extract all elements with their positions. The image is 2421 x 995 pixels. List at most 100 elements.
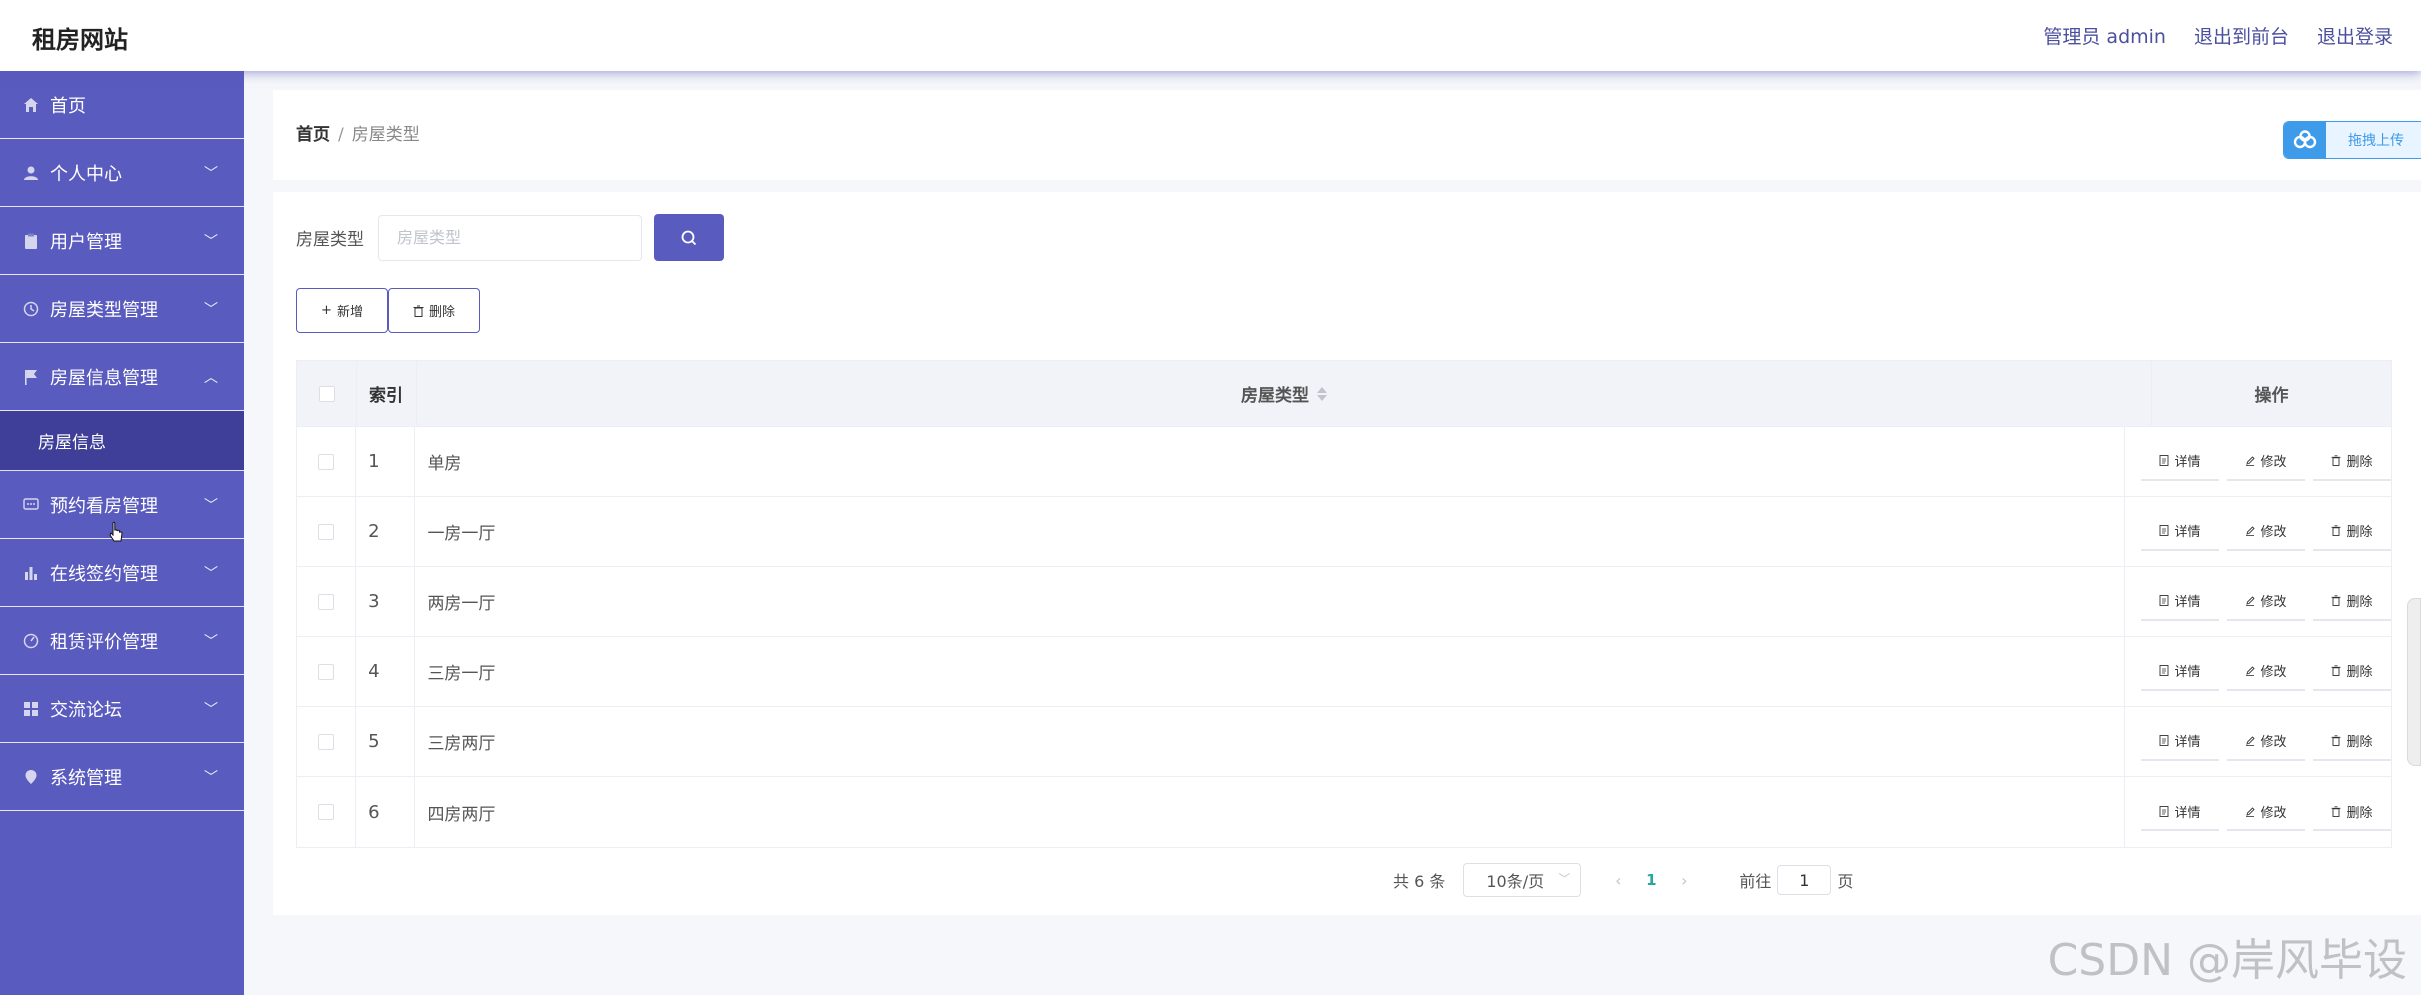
sidebar-item-forum[interactable]: 交流论坛 ﹀ [0, 675, 244, 743]
sidebar-item-user-management[interactable]: 用户管理 ﹀ [0, 207, 244, 275]
sidebar-item-online-contract[interactable]: 在线签约管理 ﹀ [0, 539, 244, 607]
goto-page-input[interactable] [1777, 865, 1832, 895]
sort-icon[interactable] [1317, 386, 1327, 401]
search-bar: 房屋类型 [296, 214, 724, 261]
page-number-active[interactable]: 1 [1641, 871, 1661, 889]
grid-icon [22, 700, 40, 718]
select-all-checkbox[interactable] [318, 385, 335, 402]
header-house-type[interactable]: 房屋类型 [417, 361, 2152, 426]
row-checkbox-cell [297, 637, 357, 706]
row-checkbox[interactable] [318, 453, 335, 470]
exit-to-frontend-link[interactable]: 退出到前台 [2194, 22, 2289, 49]
row-checkbox[interactable] [318, 733, 335, 750]
row-index: 4 [356, 637, 416, 706]
pencil-icon [2246, 666, 2256, 676]
sidebar-item-house-info-management[interactable]: 房屋信息管理 ︿ [0, 343, 244, 411]
row-house-type: 三房一厅 [415, 637, 2125, 706]
delete-row-button[interactable]: 删除 [2313, 443, 2391, 481]
row-checkbox-cell [297, 427, 357, 496]
home-icon [22, 96, 40, 114]
edit-button[interactable]: 修改 [2227, 583, 2305, 621]
document-icon [2160, 455, 2169, 466]
batch-delete-button[interactable]: 删除 [388, 288, 480, 333]
document-icon [2160, 525, 2169, 536]
add-button[interactable]: + 新增 [296, 288, 388, 333]
goto-prefix: 前往 [1739, 872, 1772, 891]
logout-link[interactable]: 退出登录 [2317, 22, 2393, 49]
delete-row-button[interactable]: 删除 [2313, 583, 2391, 621]
detail-button[interactable]: 详情 [2141, 513, 2219, 551]
trash-icon [2331, 595, 2341, 606]
delete-row-button[interactable]: 删除 [2313, 513, 2391, 551]
delete-row-button[interactable]: 删除 [2313, 653, 2391, 691]
sidebar-subitem-label: 房屋信息 [38, 433, 106, 453]
row-checkbox[interactable] [318, 523, 335, 540]
detail-button[interactable]: 详情 [2141, 653, 2219, 691]
row-index: 2 [356, 497, 416, 566]
detail-button[interactable]: 详情 [2141, 443, 2219, 481]
row-operations: 详情 修改 删除 [2125, 567, 2391, 636]
search-button[interactable] [654, 214, 724, 261]
sidebar-subitem-house-info[interactable]: 房屋信息 [0, 411, 244, 471]
delete-label: 删除 [2346, 455, 2373, 470]
trash-icon [413, 305, 424, 317]
delete-row-button[interactable]: 删除 [2313, 723, 2391, 761]
breadcrumb-home[interactable]: 首页 [296, 125, 330, 145]
row-checkbox[interactable] [318, 804, 335, 820]
prev-page-button[interactable]: ‹ [1601, 871, 1635, 890]
admin-label[interactable]: 管理员 admin [2043, 22, 2166, 49]
chevron-down-icon: ﹀ [1558, 872, 1571, 886]
drag-upload-button[interactable]: 拖拽上传 [2283, 121, 2421, 159]
row-checkbox[interactable] [318, 663, 335, 680]
sidebar-item-label: 用户管理 [50, 231, 122, 253]
chat-icon [22, 496, 40, 514]
trash-icon [2331, 525, 2341, 536]
row-checkbox[interactable] [318, 593, 335, 610]
edit-button[interactable]: 修改 [2227, 443, 2305, 481]
row-operations: 详情 修改 删除 [2125, 707, 2391, 776]
detail-button[interactable]: 详情 [2141, 583, 2219, 621]
row-index: 6 [356, 777, 416, 847]
edit-button[interactable]: 修改 [2227, 653, 2305, 691]
edit-button[interactable]: 修改 [2227, 793, 2305, 831]
edit-button[interactable]: 修改 [2227, 723, 2305, 761]
house-type-search-input[interactable] [378, 214, 642, 261]
delete-label: 删除 [2346, 665, 2373, 680]
pencil-icon [2246, 806, 2256, 817]
row-checkbox-cell [297, 707, 357, 776]
select-all-cell [297, 361, 357, 426]
page-size-select[interactable]: 10条/页 ﹀ [1463, 863, 1582, 897]
sidebar-item-personal-center[interactable]: 个人中心 ﹀ [0, 139, 244, 207]
sidebar-item-rental-review[interactable]: 租赁评价管理 ﹀ [0, 607, 244, 675]
delete-button-label: 删除 [428, 305, 455, 320]
gauge-icon [22, 632, 40, 650]
user-icon [22, 164, 40, 182]
chevron-down-icon: ﹀ [204, 234, 218, 250]
pencil-icon [2246, 596, 2256, 606]
sidebar-item-system-management[interactable]: 系统管理 ﹀ [0, 743, 244, 811]
row-house-type: 一房一厅 [415, 497, 2125, 566]
sidebar-item-house-type-management[interactable]: 房屋类型管理 ﹀ [0, 275, 244, 343]
detail-label: 详情 [2174, 525, 2201, 540]
page-size-value: 10条/页 [1486, 872, 1545, 891]
delete-label: 删除 [2346, 595, 2373, 610]
header-house-type-label: 房屋类型 [1241, 386, 1309, 406]
chevron-down-icon: ﹀ [204, 302, 218, 318]
breadcrumb-bar: 首页 / 房屋类型 [273, 90, 2421, 180]
delete-row-button[interactable]: 删除 [2313, 793, 2391, 831]
row-checkbox-cell [297, 497, 357, 566]
chevron-down-icon: ﹀ [204, 498, 218, 514]
detail-button[interactable]: 详情 [2141, 793, 2219, 831]
next-page-button[interactable]: › [1667, 871, 1701, 890]
chevron-down-icon: ﹀ [204, 770, 218, 786]
edit-button[interactable]: 修改 [2227, 513, 2305, 551]
sidebar-item-home[interactable]: 首页 [0, 71, 244, 139]
detail-button[interactable]: 详情 [2141, 723, 2219, 761]
row-index: 3 [356, 567, 416, 636]
table-row: 6 四房两厅 详情 修改 删除 [297, 777, 2391, 847]
side-drawer-handle[interactable] [2407, 598, 2421, 766]
table-header: 索引 房屋类型 操作 [297, 361, 2391, 427]
breadcrumb-current: 房屋类型 [351, 125, 420, 145]
search-icon [681, 230, 697, 245]
chevron-down-icon: ﹀ [204, 166, 218, 182]
